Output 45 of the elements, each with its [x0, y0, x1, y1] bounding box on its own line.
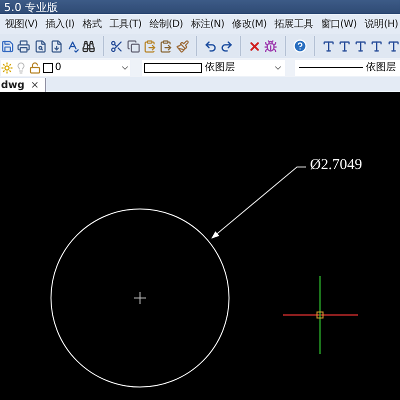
text-style-icon[interactable]	[370, 38, 384, 54]
menu-item[interactable]: 修改(M)	[232, 16, 267, 32]
text-style-icon[interactable]	[322, 38, 335, 54]
help-icon[interactable]	[292, 38, 307, 54]
menu-item[interactable]: 说明(H)	[364, 16, 398, 32]
redo-icon[interactable]	[220, 38, 234, 54]
print-preview-icon[interactable]	[34, 38, 47, 54]
copy-icon[interactable]	[126, 38, 140, 54]
paste-icon[interactable]	[143, 38, 156, 54]
color-swatch	[43, 62, 53, 72]
menu-item[interactable]: 格式	[82, 16, 102, 32]
menu-item[interactable]: 插入(I)	[46, 16, 74, 32]
text-style-icon[interactable]	[386, 38, 400, 54]
menu-item[interactable]: 拓展工具	[274, 16, 313, 32]
center-mark	[134, 292, 146, 304]
menu-item[interactable]: 窗口(W)	[320, 16, 357, 32]
text-style-icon[interactable]	[338, 38, 352, 54]
linetype-dropdown[interactable]: 依图层	[295, 60, 400, 76]
dimension-text: Ø2.7049	[310, 158, 362, 173]
linetype-value: 依图层	[366, 61, 396, 75]
scissors-icon[interactable]	[110, 38, 124, 54]
undo-icon[interactable]	[204, 38, 217, 54]
spell-check-icon[interactable]	[66, 38, 80, 54]
paintbrush-icon[interactable]	[176, 38, 189, 54]
color-value: 依图层	[205, 61, 236, 75]
menu-item[interactable]: 标注(N)	[190, 16, 224, 32]
layer-dropdown[interactable]: 0	[1, 60, 130, 76]
save-icon[interactable]	[1, 38, 14, 54]
color-swatch	[144, 62, 202, 72]
menu-item[interactable]: 绘制(D)	[149, 16, 183, 32]
text-style-icon[interactable]	[354, 38, 368, 54]
sun-icon	[1, 62, 13, 74]
close-tab-button[interactable]: ×	[30, 78, 39, 92]
binoculars-icon[interactable]	[82, 38, 96, 54]
lock-icon	[29, 62, 41, 74]
file-tab[interactable]: dwg ×	[0, 78, 46, 92]
lightbulb-icon	[15, 62, 27, 74]
bug-icon[interactable]	[264, 38, 278, 54]
menu-item[interactable]: 工具(T)	[110, 16, 142, 32]
line-sample	[299, 67, 363, 68]
printer-icon[interactable]	[17, 38, 31, 54]
window-title: 5.0 专业版	[4, 2, 58, 12]
layer-name: 0	[55, 61, 62, 75]
menu-item[interactable]: 视图(V)	[5, 16, 38, 32]
color-dropdown[interactable]: 依图层	[142, 60, 285, 76]
